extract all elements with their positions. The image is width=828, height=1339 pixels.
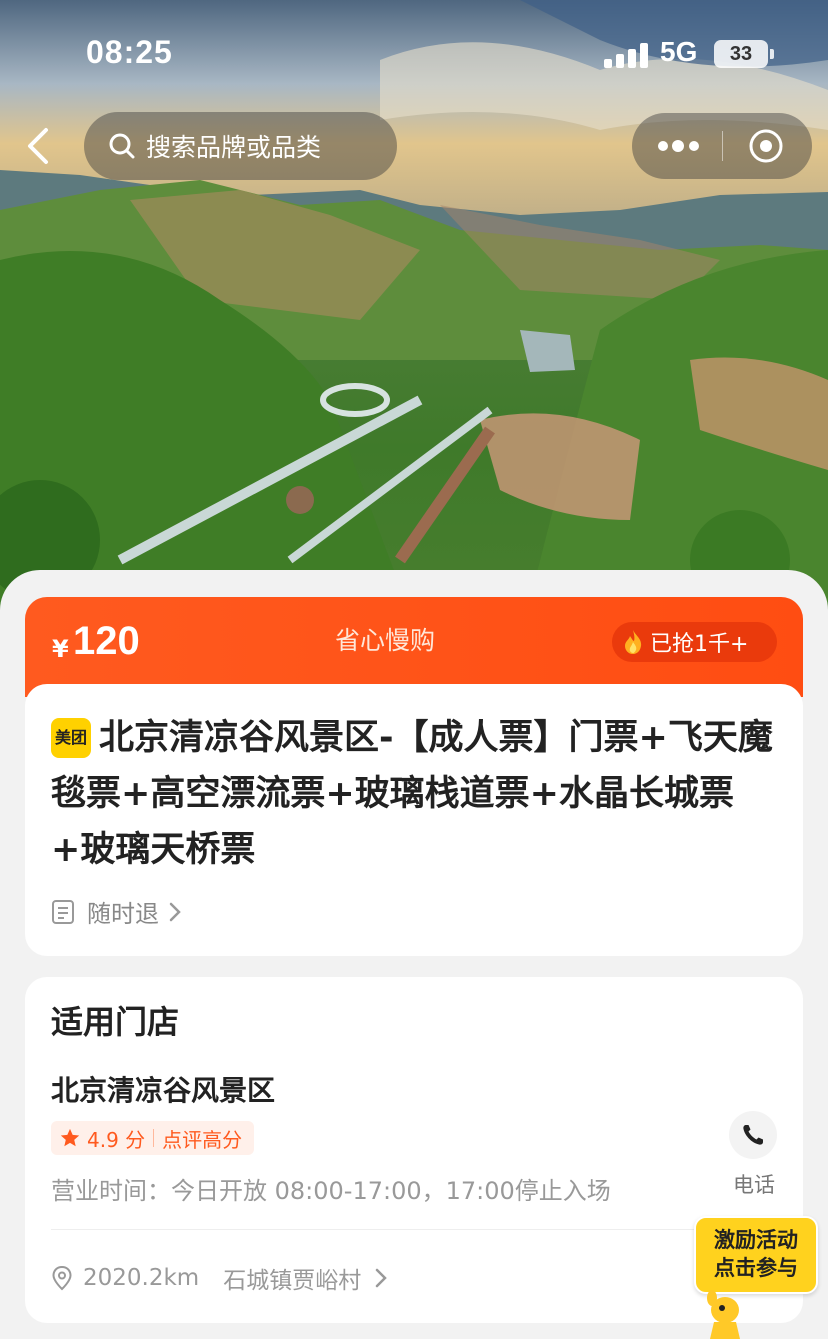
rating-divider xyxy=(153,1129,155,1147)
promo-line1: 激励活动 xyxy=(714,1228,798,1252)
promo-float-button[interactable]: 激励活动 点击参与 xyxy=(694,1216,818,1294)
product-title-block: 美团 北京清凉谷风景区-【成人票】门票+飞天魔毯票+高空漂流票+玻璃栈道票+水晶长… xyxy=(51,710,781,878)
meituan-badge: 美团 xyxy=(51,718,91,758)
battery-level: 33 xyxy=(729,43,753,65)
address: 石城镇贾峪村 xyxy=(223,1268,362,1294)
price-bar: ¥ 120 省心慢购 已抢1千+ xyxy=(25,597,803,697)
battery-tip xyxy=(770,49,774,59)
distance: 2020.2km xyxy=(83,1265,200,1291)
product-card: 美团 北京清凉谷风景区-【成人票】门票+飞天魔毯票+高空漂流票+玻璃栈道票+水晶长… xyxy=(25,684,803,956)
status-time: 08:25 xyxy=(86,34,173,70)
sold-count: 已抢1千+ xyxy=(650,632,749,657)
chevron-right-icon xyxy=(169,902,181,921)
signal-icon xyxy=(604,42,648,68)
location-pin-icon xyxy=(52,1265,72,1291)
more-dots-icon[interactable] xyxy=(656,133,706,159)
search-placeholder: 搜索品牌或品类 xyxy=(146,133,322,162)
back-button[interactable] xyxy=(20,126,60,166)
chevron-left-icon xyxy=(28,128,48,164)
mascot-icon xyxy=(707,1290,740,1339)
phone-label[interactable]: 电话 xyxy=(733,1169,775,1199)
refund-label: 随时退 xyxy=(87,900,159,928)
status-bar: 08:25 5G 33 xyxy=(0,0,828,100)
price-value: 120 xyxy=(73,619,140,663)
star-icon xyxy=(60,1128,80,1147)
fire-icon xyxy=(625,630,642,654)
store-name[interactable]: 北京清凉谷风景区 xyxy=(51,1069,275,1109)
section-title: 适用门店 xyxy=(51,1003,180,1041)
search-icon xyxy=(109,133,135,159)
phone-button[interactable] xyxy=(729,1111,777,1159)
battery-icon: 33 xyxy=(714,40,768,68)
rating-tag: 点评高分 xyxy=(162,1127,243,1152)
business-hours: 营业时间：今日开放 08:00-17:00，17:00停止入场 xyxy=(51,1177,611,1205)
target-icon[interactable] xyxy=(748,128,784,164)
mini-program-capsule xyxy=(632,113,812,179)
promo-line2: 点击参与 xyxy=(714,1256,798,1280)
network-type: 5G xyxy=(660,36,698,67)
address-link[interactable]: 2020.2km 石城镇贾峪村 xyxy=(51,1261,391,1295)
refund-policy-link[interactable]: 随时退 xyxy=(51,894,185,929)
document-icon xyxy=(52,899,74,924)
chevron-right-icon xyxy=(375,1268,387,1288)
currency-symbol: ¥ xyxy=(52,635,69,663)
rating-badge: 4.9 分 点评高分 xyxy=(51,1121,255,1155)
sold-count-badge: 已抢1千+ xyxy=(612,622,777,662)
slogan-text: 省心慢购 xyxy=(335,626,436,655)
search-input[interactable]: 搜索品牌或品类 xyxy=(84,112,397,180)
rating-score: 4.9 分 xyxy=(87,1127,146,1152)
product-title: 北京清凉谷风景区-【成人票】门票+飞天魔毯票+高空漂流票+玻璃栈道票+水晶长城票… xyxy=(51,718,773,870)
phone-icon xyxy=(743,1125,763,1145)
store-card: 适用门店 北京清凉谷风景区 4.9 分 点评高分 营业时间：今日开放 08:00… xyxy=(25,977,803,1323)
divider xyxy=(51,1229,777,1230)
capsule-divider xyxy=(722,131,723,161)
